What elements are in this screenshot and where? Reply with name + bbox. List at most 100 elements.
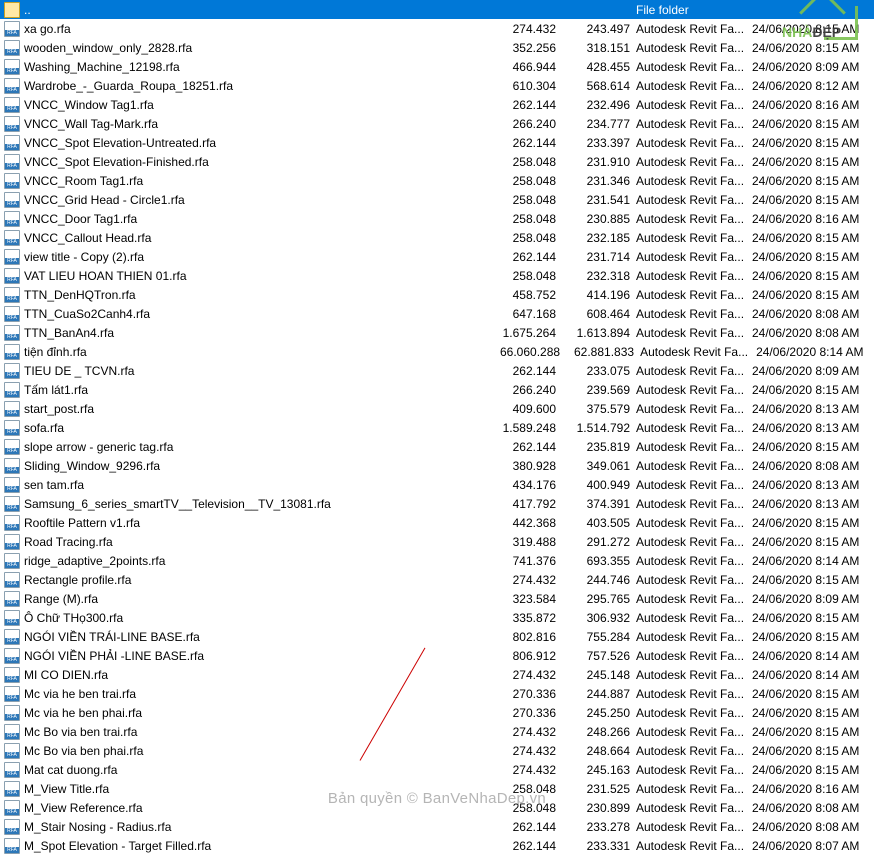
file-type: Autodesk Revit Fa...: [636, 725, 746, 739]
file-row[interactable]: VNCC_Grid Head - Circle1.rfa258.048231.5…: [0, 190, 874, 209]
file-size2: 245.250: [560, 706, 636, 720]
file-size2: 1.514.792: [560, 421, 636, 435]
rfa-file-icon: [4, 192, 20, 208]
file-size1: 458.752: [500, 288, 560, 302]
file-size2: 231.714: [560, 250, 636, 264]
file-size1: 258.048: [500, 174, 560, 188]
file-name: sofa.rfa: [24, 421, 500, 435]
file-row[interactable]: Road Tracing.rfa319.488291.272Autodesk R…: [0, 532, 874, 551]
file-row[interactable]: sen tam.rfa434.176400.949Autodesk Revit …: [0, 475, 874, 494]
file-row[interactable]: Mat cat duong.rfa274.432245.163Autodesk …: [0, 760, 874, 779]
file-name: view title - Copy (2).rfa: [24, 250, 500, 264]
file-row[interactable]: VNCC_Wall Tag-Mark.rfa266.240234.777Auto…: [0, 114, 874, 133]
file-type: Autodesk Revit Fa...: [636, 706, 746, 720]
file-name: Mc Bo via ben phai.rfa: [24, 744, 500, 758]
file-row[interactable]: start_post.rfa409.600375.579Autodesk Rev…: [0, 399, 874, 418]
file-row[interactable]: Rectangle profile.rfa274.432244.746Autod…: [0, 570, 874, 589]
file-row[interactable]: Wardrobe_-_Guarda_Roupa_18251.rfa610.304…: [0, 76, 874, 95]
rfa-file-icon: [4, 819, 20, 835]
file-size2: 248.266: [560, 725, 636, 739]
file-row[interactable]: VAT LIEU HOAN THIEN 01.rfa258.048232.318…: [0, 266, 874, 285]
file-row[interactable]: VNCC_Room Tag1.rfa258.048231.346Autodesk…: [0, 171, 874, 190]
file-name: Samsung_6_series_smartTV__Television__TV…: [24, 497, 500, 511]
file-row[interactable]: NGÓI VIỀN PHẢI -LINE BASE.rfa806.912757.…: [0, 646, 874, 665]
file-row[interactable]: NGÓI VIỀN TRÁI-LINE BASE.rfa802.816755.2…: [0, 627, 874, 646]
file-size2: 693.355: [560, 554, 636, 568]
file-row[interactable]: Mc via he ben phai.rfa270.336245.250Auto…: [0, 703, 874, 722]
file-row[interactable]: Range (M).rfa323.584295.765Autodesk Revi…: [0, 589, 874, 608]
file-size1: 262.144: [500, 820, 560, 834]
file-row[interactable]: Samsung_6_series_smartTV__Television__TV…: [0, 494, 874, 513]
file-row[interactable]: VNCC_Spot Elevation-Finished.rfa258.0482…: [0, 152, 874, 171]
file-row[interactable]: Mc Bo via ben phai.rfa274.432248.664Auto…: [0, 741, 874, 760]
file-date: 24/06/2020 8:15 AM: [746, 250, 874, 264]
file-row[interactable]: TTN_BanAn4.rfa1.675.2641.613.894Autodesk…: [0, 323, 874, 342]
rfa-file-icon: [4, 230, 20, 246]
file-row[interactable]: ridge_adaptive_2points.rfa741.376693.355…: [0, 551, 874, 570]
file-row[interactable]: VNCC_Callout Head.rfa258.048232.185Autod…: [0, 228, 874, 247]
file-type: Autodesk Revit Fa...: [636, 231, 746, 245]
file-row[interactable]: Ô Chữ THọ300.rfa335.872306.932Autodesk R…: [0, 608, 874, 627]
file-date: 24/06/2020 8:15 AM: [746, 383, 874, 397]
file-size1: 806.912: [500, 649, 560, 663]
file-row[interactable]: tiện đỉnh.rfa66.060.28862.881.833Autodes…: [0, 342, 874, 361]
file-row[interactable]: Rooftile Pattern v1.rfa442.368403.505Aut…: [0, 513, 874, 532]
file-type: Autodesk Revit Fa...: [636, 782, 746, 796]
file-date: 24/06/2020 8:15 AM: [746, 231, 874, 245]
file-row[interactable]: TIEU DE _ TCVN.rfa262.144233.075Autodesk…: [0, 361, 874, 380]
file-size2: 403.505: [560, 516, 636, 530]
file-type: Autodesk Revit Fa...: [636, 117, 746, 131]
file-size1: 335.872: [500, 611, 560, 625]
file-size1: 274.432: [500, 573, 560, 587]
file-type: Autodesk Revit Fa...: [636, 592, 746, 606]
parent-folder-row[interactable]: .. File folder: [0, 0, 874, 19]
file-row[interactable]: slope arrow - generic tag.rfa262.144235.…: [0, 437, 874, 456]
file-size1: 802.816: [500, 630, 560, 644]
file-row[interactable]: Mc via he ben trai.rfa270.336244.887Auto…: [0, 684, 874, 703]
file-row[interactable]: wooden_window_only_2828.rfa352.256318.15…: [0, 38, 874, 57]
file-row[interactable]: Washing_Machine_12198.rfa466.944428.455A…: [0, 57, 874, 76]
file-type: Autodesk Revit Fa...: [636, 250, 746, 264]
file-size2: 239.569: [560, 383, 636, 397]
file-row[interactable]: Mc Bo via ben trai.rfa274.432248.266Auto…: [0, 722, 874, 741]
file-row[interactable]: M_View Reference.rfa258.048230.899Autode…: [0, 798, 874, 817]
file-row[interactable]: M_Spot Elevation - Target Filled.rfa262.…: [0, 836, 874, 855]
file-type: Autodesk Revit Fa...: [636, 668, 746, 682]
file-name: M_View Title.rfa: [24, 782, 500, 796]
file-row[interactable]: M_View Title.rfa258.048231.525Autodesk R…: [0, 779, 874, 798]
file-size1: 262.144: [500, 250, 560, 264]
file-size1: 262.144: [500, 98, 560, 112]
file-row[interactable]: xa go.rfa274.432243.497Autodesk Revit Fa…: [0, 19, 874, 38]
file-row[interactable]: TTN_CuaSo2Canh4.rfa647.168608.464Autodes…: [0, 304, 874, 323]
file-size1: 266.240: [500, 117, 560, 131]
file-row[interactable]: sofa.rfa1.589.2481.514.792Autodesk Revit…: [0, 418, 874, 437]
file-date: 24/06/2020 8:15 AM: [746, 706, 874, 720]
file-row[interactable]: TTN_DenHQTron.rfa458.752414.196Autodesk …: [0, 285, 874, 304]
file-size2: 231.910: [560, 155, 636, 169]
rfa-file-icon: [4, 477, 20, 493]
file-type: Autodesk Revit Fa...: [636, 79, 746, 93]
file-size1: 274.432: [500, 668, 560, 682]
file-row[interactable]: MI CO DIEN.rfa274.432245.148Autodesk Rev…: [0, 665, 874, 684]
file-date: 24/06/2020 8:13 AM: [746, 478, 874, 492]
file-date: 24/06/2020 8:15 AM: [746, 687, 874, 701]
file-row[interactable]: VNCC_Spot Elevation-Untreated.rfa262.144…: [0, 133, 874, 152]
file-row[interactable]: view title - Copy (2).rfa262.144231.714A…: [0, 247, 874, 266]
file-name: VNCC_Callout Head.rfa: [24, 231, 500, 245]
file-row[interactable]: Sliding_Window_9296.rfa380.928349.061Aut…: [0, 456, 874, 475]
file-row[interactable]: M_Stair Nosing - Radius.rfa262.144233.27…: [0, 817, 874, 836]
file-row[interactable]: VNCC_Window Tag1.rfa262.144232.496Autode…: [0, 95, 874, 114]
file-type: Autodesk Revit Fa...: [636, 687, 746, 701]
file-name: TTN_DenHQTron.rfa: [24, 288, 500, 302]
file-date: 24/06/2020 8:15 AM: [746, 516, 874, 530]
file-size2: 231.541: [560, 193, 636, 207]
file-row[interactable]: VNCC_Door Tag1.rfa258.048230.885Autodesk…: [0, 209, 874, 228]
file-size2: 232.496: [560, 98, 636, 112]
file-size2: 414.196: [560, 288, 636, 302]
file-size1: 262.144: [500, 364, 560, 378]
file-row[interactable]: Tấm lát1.rfa266.240239.569Autodesk Revit…: [0, 380, 874, 399]
rfa-file-icon: [4, 724, 20, 740]
file-name: NGÓI VIỀN PHẢI -LINE BASE.rfa: [24, 649, 500, 663]
file-size1: 380.928: [500, 459, 560, 473]
file-size2: 233.331: [560, 839, 636, 853]
